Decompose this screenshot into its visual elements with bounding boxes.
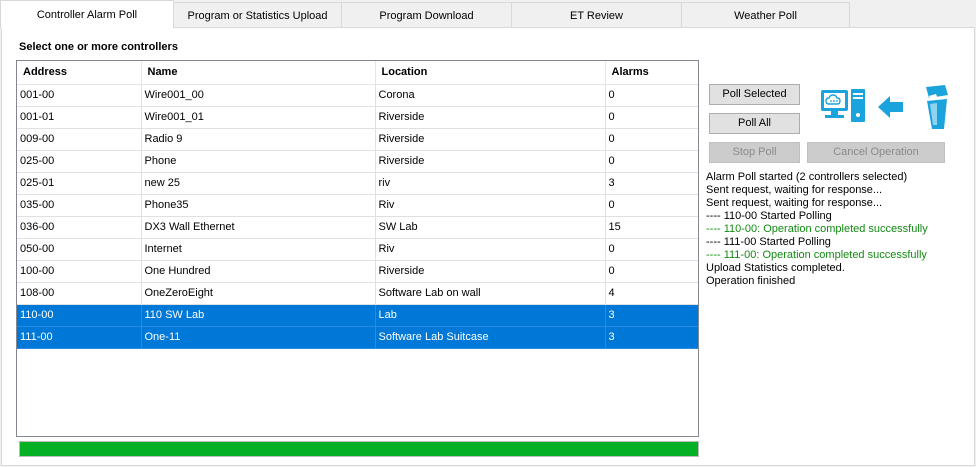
cell-alarms: 0 <box>605 260 698 283</box>
cell-location: Riverside <box>375 260 606 283</box>
cell-address: 025-01 <box>17 172 142 195</box>
log-line: Alarm Poll started (2 controllers select… <box>706 171 908 183</box>
cell-location: Riverside <box>375 106 606 129</box>
cell-location: Riverside <box>375 150 606 173</box>
log-line: ---- 111-00 Started Polling <box>706 236 831 248</box>
cell-location: Riv <box>375 238 606 261</box>
log-line: ---- 110-00 Started Polling <box>706 210 832 222</box>
controller-icon <box>921 85 951 134</box>
arrow-left-icon <box>878 95 904 122</box>
table-row[interactable]: 025-00 Phone Riverside 0 <box>17 150 698 173</box>
cell-address: 009-00 <box>17 128 142 151</box>
cell-name: DX3 Wall Ethernet <box>141 216 376 239</box>
cell-alarms: 3 <box>605 326 698 349</box>
controllers-grid[interactable]: Address Name Location Alarms 001-00 Wire0… <box>16 60 699 437</box>
status-log: Alarm Poll started (2 controllers select… <box>706 171 966 288</box>
cell-alarms: 0 <box>605 150 698 173</box>
cell-location: Software Lab Suitcase <box>375 326 606 349</box>
table-row[interactable]: 050-00 Internet Riv 0 <box>17 238 698 261</box>
cell-address: 110-00 <box>17 304 142 327</box>
poll-selected-button[interactable]: Poll Selected <box>709 84 800 105</box>
cell-address: 001-01 <box>17 106 142 129</box>
cell-alarms: 4 <box>605 282 698 305</box>
cell-location: SW Lab <box>375 216 606 239</box>
section-label: Select one or more controllers <box>19 41 178 53</box>
tab-bar: Controller Alarm Poll Program or Statist… <box>0 0 976 28</box>
column-header-address[interactable]: Address <box>17 61 142 85</box>
log-line: Sent request, waiting for response... <box>706 184 883 196</box>
progress-bar-fill <box>20 442 698 456</box>
cell-name: Phone35 <box>141 194 376 217</box>
tab-bar-filler <box>850 2 976 28</box>
cell-alarms: 0 <box>605 106 698 129</box>
log-line: ---- 110-00: Operation completed success… <box>706 223 928 235</box>
cell-location: Corona <box>375 84 606 107</box>
tab-weather-poll[interactable]: Weather Poll <box>681 2 850 28</box>
cell-location: riv <box>375 172 606 195</box>
tab-program-statistics-upload[interactable]: Program or Statistics Upload <box>173 2 342 28</box>
cell-alarms: 0 <box>605 238 698 261</box>
table-row[interactable]: 035-00 Phone35 Riv 0 <box>17 194 698 217</box>
grid-header-row: Address Name Location Alarms <box>17 61 698 85</box>
cell-alarms: 3 <box>605 172 698 195</box>
cell-name: One-11 <box>141 326 376 349</box>
cell-name: OneZeroEight <box>141 282 376 305</box>
cell-name: Wire001_01 <box>141 106 376 129</box>
table-row[interactable]: 036-00 DX3 Wall Ethernet SW Lab 15 <box>17 216 698 239</box>
cell-alarms: 3 <box>605 304 698 327</box>
cell-address: 050-00 <box>17 238 142 261</box>
cell-address: 035-00 <box>17 194 142 217</box>
column-header-alarms[interactable]: Alarms <box>605 61 698 85</box>
table-row[interactable]: 009-00 Radio 9 Riverside 0 <box>17 128 698 151</box>
log-line: Operation finished <box>706 275 796 287</box>
cell-address: 001-00 <box>17 84 142 107</box>
cell-name: Radio 9 <box>141 128 376 151</box>
cancel-operation-button[interactable]: Cancel Operation <box>807 142 945 163</box>
table-row[interactable]: 001-01 Wire001_01 Riverside 0 <box>17 106 698 129</box>
cell-name: Phone <box>141 150 376 173</box>
log-line: ---- 111-00: Operation completed success… <box>706 249 927 261</box>
table-row[interactable]: 110-00 110 SW Lab Lab 3 <box>17 304 698 327</box>
cell-name: Internet <box>141 238 376 261</box>
cell-address: 108-00 <box>17 282 142 305</box>
log-line: Upload Statistics completed. <box>706 262 845 274</box>
cell-location: Riv <box>375 194 606 217</box>
cell-location: Riverside <box>375 128 606 151</box>
table-row[interactable]: 100-00 One Hundred Riverside 0 <box>17 260 698 283</box>
stop-poll-button[interactable]: Stop Poll <box>709 142 800 163</box>
tab-et-review[interactable]: ET Review <box>511 2 682 28</box>
log-line: Sent request, waiting for response... <box>706 197 883 209</box>
cell-name: Wire001_00 <box>141 84 376 107</box>
table-row[interactable]: 111-00 One-11 Software Lab Suitcase 3 <box>17 326 698 349</box>
cell-alarms: 15 <box>605 216 698 239</box>
cell-name: One Hundred <box>141 260 376 283</box>
tab-controller-alarm-poll[interactable]: Controller Alarm Poll <box>0 0 174 28</box>
cell-address: 100-00 <box>17 260 142 283</box>
cell-name: 110 SW Lab <box>141 304 376 327</box>
grid-body: 001-00 Wire001_00 Corona 0 001-01 Wire001_01 R… <box>17 84 698 349</box>
computer-icon <box>820 88 866 127</box>
cell-alarms: 0 <box>605 128 698 151</box>
cell-location: Lab <box>375 304 606 327</box>
cell-address: 025-00 <box>17 150 142 173</box>
column-header-location[interactable]: Location <box>375 61 606 85</box>
poll-all-button[interactable]: Poll All <box>709 113 800 134</box>
progress-bar <box>19 441 699 457</box>
table-row[interactable]: 001-00 Wire001_00 Corona 0 <box>17 84 698 107</box>
cell-alarms: 0 <box>605 84 698 107</box>
tab-program-download[interactable]: Program Download <box>341 2 512 28</box>
cell-location: Software Lab on wall <box>375 282 606 305</box>
column-header-name[interactable]: Name <box>141 61 376 85</box>
table-row[interactable]: 108-00 OneZeroEight Software Lab on wall 4 <box>17 282 698 305</box>
cell-address: 036-00 <box>17 216 142 239</box>
cell-name: new 25 <box>141 172 376 195</box>
cell-alarms: 0 <box>605 194 698 217</box>
cell-address: 111-00 <box>17 326 142 349</box>
table-row[interactable]: 025-01 new 25 riv 3 <box>17 172 698 195</box>
